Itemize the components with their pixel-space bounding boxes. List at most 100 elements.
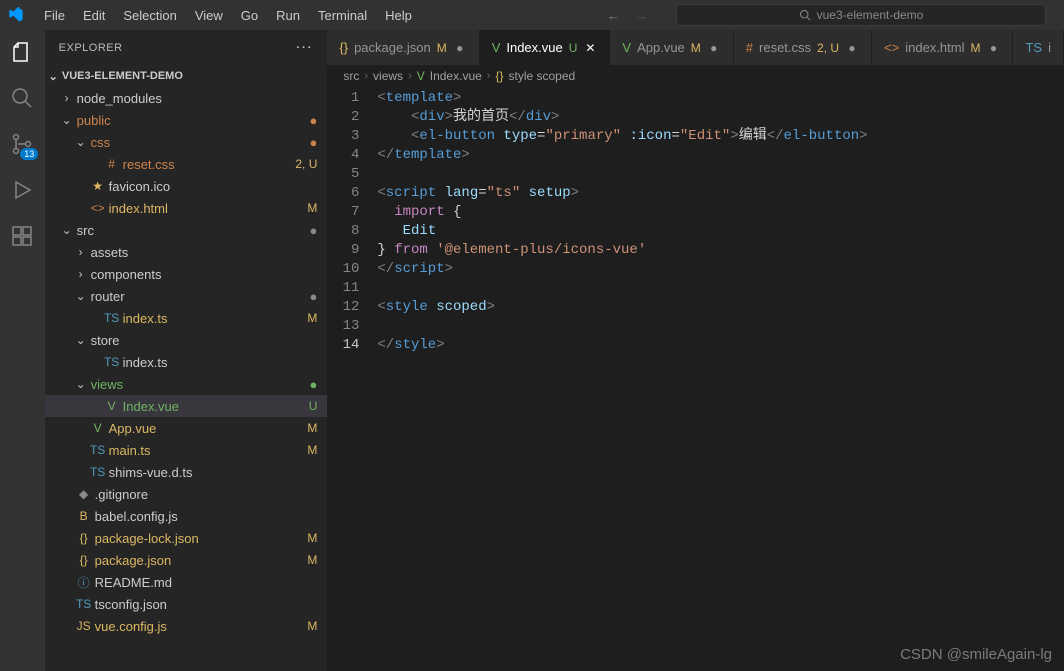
code-line[interactable]: </style> <box>377 336 1064 355</box>
file-package.json[interactable]: {}package.jsonM <box>45 549 328 571</box>
file-icon: V <box>622 40 631 55</box>
file-favicon.ico[interactable]: ★favicon.ico <box>45 175 328 197</box>
breadcrumbs[interactable]: src›views›VIndex.vue›{}style scoped <box>327 65 1064 87</box>
project-header[interactable]: ⌄ VUE3-ELEMENT-DEMO <box>45 65 328 87</box>
tree-label: README.md <box>93 575 318 590</box>
menu-help[interactable]: Help <box>377 4 420 27</box>
code-line[interactable]: <el-button type="primary" :icon="Edit">编… <box>377 127 1064 146</box>
file-package-lock.json[interactable]: {}package-lock.jsonM <box>45 527 328 549</box>
code-line[interactable]: <template> <box>377 89 1064 108</box>
file-shims-vue.d.ts[interactable]: TSshims-vue.d.ts <box>45 461 328 483</box>
code-line[interactable] <box>377 317 1064 336</box>
tree-label: store <box>89 333 318 348</box>
file-reset.css[interactable]: #reset.css2, U <box>45 153 328 175</box>
tab-reset.css[interactable]: #reset.css2, U● <box>734 30 872 65</box>
chevron-down-icon: ⌄ <box>49 70 58 83</box>
file-tree: ›node_modules⌄public●⌄css●#reset.css2, U… <box>45 87 328 671</box>
code-line[interactable]: </template> <box>377 146 1064 165</box>
file-index.html[interactable]: <>index.htmlM <box>45 197 328 219</box>
activity-debug-icon[interactable] <box>8 176 36 204</box>
code-line[interactable]: <style scoped> <box>377 298 1064 317</box>
file-index.ts[interactable]: TSindex.tsM <box>45 307 328 329</box>
breadcrumb-item[interactable]: views <box>373 69 403 83</box>
tree-label: node_modules <box>75 91 318 106</box>
close-icon[interactable]: ✕ <box>583 41 597 55</box>
code-line[interactable]: } from '@element-plus/icons-vue' <box>377 241 1064 260</box>
git-decoration: U <box>309 399 318 413</box>
activity-search-icon[interactable] <box>8 84 36 112</box>
folder-components[interactable]: ›components <box>45 263 328 285</box>
folder-store[interactable]: ⌄store <box>45 329 328 351</box>
tab-label: reset.css <box>759 40 811 55</box>
activity-scm-icon[interactable]: 13 <box>8 130 36 158</box>
tree-label: assets <box>89 245 318 260</box>
git-decoration: M <box>307 619 317 633</box>
chevron-down-icon: ⌄ <box>73 135 89 149</box>
folder-assets[interactable]: ›assets <box>45 241 328 263</box>
folder-router[interactable]: ⌄router● <box>45 285 328 307</box>
file-App.vue[interactable]: VApp.vueM <box>45 417 328 439</box>
tab-package.json[interactable]: {}package.jsonM● <box>327 30 479 65</box>
file-.gitignore[interactable]: ◆.gitignore <box>45 483 328 505</box>
file-tsconfig.json[interactable]: TStsconfig.json <box>45 593 328 615</box>
tab-index.html[interactable]: <>index.htmlM● <box>872 30 1013 65</box>
folder-views[interactable]: ⌄views● <box>45 373 328 395</box>
file-main.ts[interactable]: TSmain.tsM <box>45 439 328 461</box>
sidebar-more-icon[interactable]: ··· <box>296 42 313 54</box>
menu-terminal[interactable]: Terminal <box>310 4 375 27</box>
activity-extensions-icon[interactable] <box>8 222 36 250</box>
file-icon: TS <box>1025 40 1042 55</box>
folder-css[interactable]: ⌄css● <box>45 131 328 153</box>
chevron-down-icon: ⌄ <box>73 377 89 391</box>
code-editor[interactable]: 1234567891011121314 <template> <div>我的首页… <box>327 87 1064 671</box>
tab-i[interactable]: TSi <box>1013 30 1064 65</box>
menu-go[interactable]: Go <box>233 4 266 27</box>
file-vue.config.js[interactable]: JSvue.config.jsM <box>45 615 328 637</box>
menu-file[interactable]: File <box>36 4 73 27</box>
folder-public[interactable]: ⌄public● <box>45 109 328 131</box>
folder-src[interactable]: ⌄src● <box>45 219 328 241</box>
menu-edit[interactable]: Edit <box>75 4 113 27</box>
activity-explorer-icon[interactable] <box>8 38 36 66</box>
code-line[interactable]: import { <box>377 203 1064 222</box>
chevron-down-icon: ⌄ <box>59 113 75 127</box>
line-number: 8 <box>327 222 359 241</box>
command-center-search[interactable]: vue3-element-demo <box>676 4 1046 26</box>
tab-Index.vue[interactable]: VIndex.vueU✕ <box>480 30 611 65</box>
tab-App.vue[interactable]: VApp.vueM● <box>610 30 733 65</box>
scm-badge: 13 <box>20 148 38 160</box>
code-line[interactable]: Edit <box>377 222 1064 241</box>
breadcrumb-item[interactable]: src <box>343 69 359 83</box>
file-babel.config.js[interactable]: Bbabel.config.js <box>45 505 328 527</box>
breadcrumb-item[interactable]: Index.vue <box>430 69 482 83</box>
code-line[interactable] <box>377 279 1064 298</box>
file-Index.vue[interactable]: VIndex.vueU <box>45 395 328 417</box>
line-number: 7 <box>327 203 359 222</box>
file-icon: # <box>746 40 753 55</box>
menu-run[interactable]: Run <box>268 4 308 27</box>
file-icon: TS <box>103 355 121 369</box>
tree-label: .gitignore <box>93 487 318 502</box>
file-icon: JS <box>75 619 93 633</box>
chevron-right-icon: › <box>73 267 89 281</box>
menu-selection[interactable]: Selection <box>115 4 184 27</box>
tree-label: main.ts <box>107 443 308 458</box>
file-icon: TS <box>75 597 93 611</box>
breadcrumb-item[interactable]: style scoped <box>508 69 575 83</box>
breadcrumb-icon: V <box>417 69 425 83</box>
folder-node_modules[interactable]: ›node_modules <box>45 87 328 109</box>
code-line[interactable]: <script lang="ts" setup> <box>377 184 1064 203</box>
code-line[interactable] <box>377 165 1064 184</box>
code-lines[interactable]: <template> <div>我的首页</div> <el-button ty… <box>377 89 1064 671</box>
file-icon: V <box>89 421 107 435</box>
code-line[interactable]: </script> <box>377 260 1064 279</box>
nav-forward-icon[interactable]: → <box>635 8 648 23</box>
line-number: 1 <box>327 89 359 108</box>
file-icon: B <box>75 509 93 523</box>
file-index.ts[interactable]: TSindex.ts <box>45 351 328 373</box>
nav-back-icon[interactable]: ← <box>607 8 620 23</box>
code-line[interactable]: <div>我的首页</div> <box>377 108 1064 127</box>
menu-view[interactable]: View <box>187 4 231 27</box>
file-README.md[interactable]: ⓘREADME.md <box>45 571 328 593</box>
nav-arrows: ← → <box>607 8 648 23</box>
